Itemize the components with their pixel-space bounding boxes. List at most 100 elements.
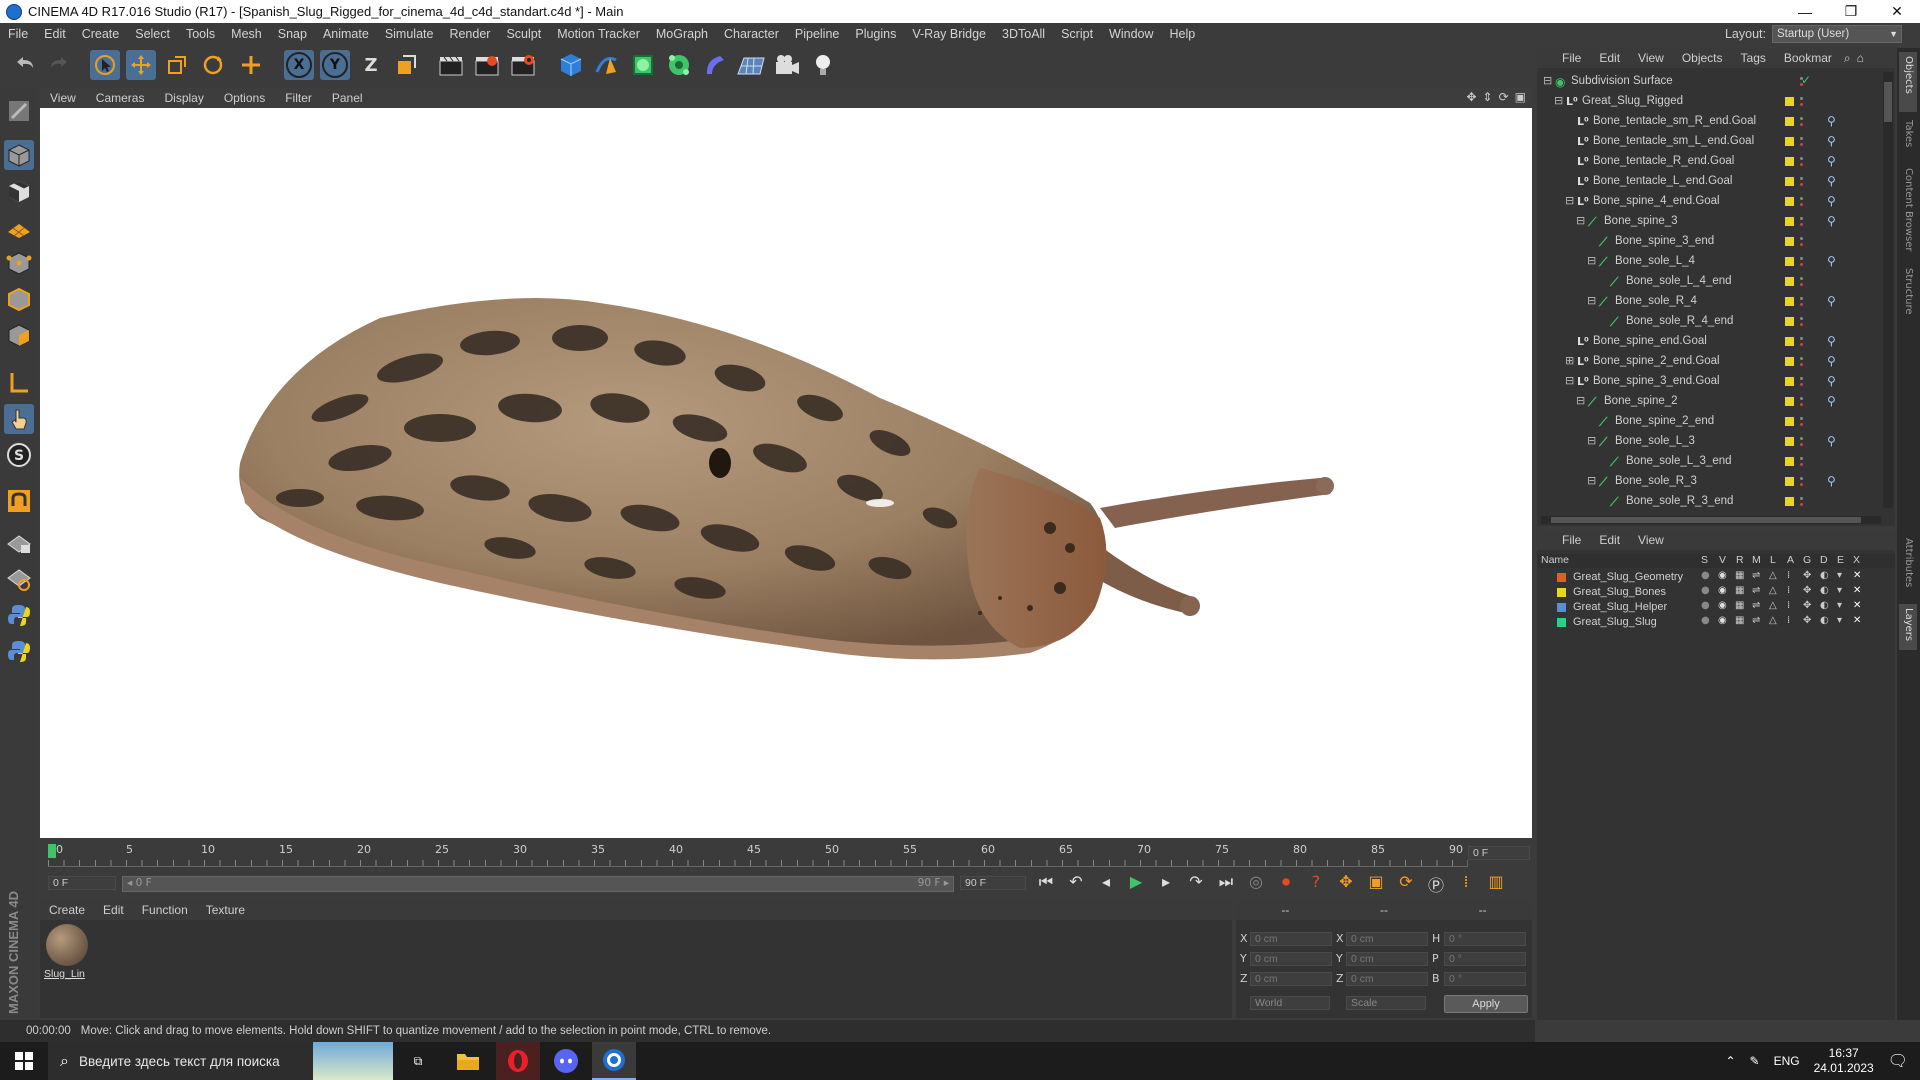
object-row[interactable]: ⊟ L⁰ Great_Slug_Rigged bbox=[1537, 92, 1877, 112]
menu-plugins[interactable]: Plugins bbox=[847, 27, 904, 41]
expand-toggle-icon[interactable]: ⊟ bbox=[1554, 94, 1563, 107]
y-axis-lock-button[interactable]: Y bbox=[320, 50, 350, 80]
ik-tag-icon[interactable]: ⚲ bbox=[1827, 194, 1836, 208]
menu-pipeline[interactable]: Pipeline bbox=[787, 27, 847, 41]
tab-layers[interactable]: Layers bbox=[1899, 604, 1917, 650]
animation-icon[interactable]: ⁞ bbox=[1787, 615, 1790, 626]
object-row[interactable]: ⟋ Bone_spine_2_end bbox=[1537, 412, 1877, 432]
coord-pos-y-field[interactable]: 0 cm bbox=[1250, 952, 1332, 966]
object-row[interactable]: ⊟ ◉ Subdivision Surface ✓ bbox=[1537, 72, 1877, 92]
menu-motion-tracker[interactable]: Motion Tracker bbox=[549, 27, 648, 41]
coord-size-y-field[interactable]: 0 cm bbox=[1346, 952, 1428, 966]
layer-row[interactable]: Great_Slug_Helper ● ◉ ▦ ⇌ △ ⁞ ✥ ◐ ▾ ✕ bbox=[1537, 600, 1895, 615]
layer-color-swatch[interactable] bbox=[1785, 397, 1794, 406]
generator-icon[interactable]: ✥ bbox=[1803, 600, 1811, 611]
editor-visibility-dot[interactable] bbox=[1800, 497, 1803, 500]
viewport-menu-filter[interactable]: Filter bbox=[275, 91, 322, 105]
menu-window[interactable]: Window bbox=[1101, 27, 1161, 41]
object-row[interactable]: L⁰ Bone_tentacle_L_end.Goal ⚲ bbox=[1537, 172, 1877, 192]
task-view-button[interactable]: ⧉ bbox=[400, 1042, 436, 1080]
expand-toggle-icon[interactable]: ⊟ bbox=[1587, 254, 1596, 267]
layer-color-swatch[interactable] bbox=[1785, 357, 1794, 366]
object-row[interactable]: ⊟ ⟋ Bone_spine_3 ⚲ bbox=[1537, 212, 1877, 232]
ik-tag-icon[interactable]: ⚲ bbox=[1827, 254, 1836, 268]
layer-color-swatch[interactable] bbox=[1785, 137, 1794, 146]
layer-color-swatch[interactable] bbox=[1785, 317, 1794, 326]
layer-color-swatch[interactable] bbox=[1785, 277, 1794, 286]
layer-color-swatch[interactable] bbox=[1785, 217, 1794, 226]
coord-rot-p-field[interactable]: 0 ° bbox=[1444, 952, 1526, 966]
editor-visibility-dot[interactable] bbox=[1800, 377, 1803, 380]
key-position-icon[interactable]: ✥ bbox=[1334, 872, 1358, 896]
object-menu-tags[interactable]: Tags bbox=[1732, 51, 1775, 65]
object-tree-hscrollbar[interactable] bbox=[1541, 516, 1881, 524]
tweak-mode-button[interactable] bbox=[4, 404, 34, 434]
deformer-button[interactable] bbox=[700, 50, 730, 80]
key-scale-icon[interactable]: ▣ bbox=[1364, 872, 1388, 896]
xref-icon[interactable]: ✕ bbox=[1853, 585, 1861, 596]
object-row[interactable]: ⊟ L⁰ Bone_spine_4_end.Goal ⚲ bbox=[1537, 192, 1877, 212]
manager-icon[interactable]: ⇌ bbox=[1752, 615, 1760, 626]
menu-3dtoall[interactable]: 3DToAll bbox=[994, 27, 1053, 41]
tab-content-browser[interactable]: Content Browser bbox=[1899, 164, 1917, 260]
taskbar-discord[interactable] bbox=[544, 1042, 588, 1080]
solo-dot-icon[interactable]: ● bbox=[1701, 615, 1710, 626]
viewport-toggle-icon[interactable]: ▣ bbox=[1515, 90, 1526, 104]
workplane-mode-button[interactable] bbox=[4, 212, 34, 242]
layer-color-swatch[interactable] bbox=[1785, 497, 1794, 506]
render-visibility-dot[interactable] bbox=[1800, 103, 1803, 106]
coord-pos-z-field[interactable]: 0 cm bbox=[1250, 972, 1332, 986]
animation-icon[interactable]: ⁞ bbox=[1787, 570, 1790, 581]
animation-icon[interactable]: ⁞ bbox=[1787, 600, 1790, 611]
render-visibility-dot[interactable] bbox=[1800, 283, 1803, 286]
object-row[interactable]: L⁰ Bone_spine_end.Goal ⚲ bbox=[1537, 332, 1877, 352]
object-row[interactable]: ⟋ Bone_sole_R_4_end bbox=[1537, 312, 1877, 332]
layer-row[interactable]: Great_Slug_Bones ● ◉ ▦ ⇌ △ ⁞ ✥ ◐ ▾ ✕ bbox=[1537, 585, 1895, 600]
workplane-lock-button[interactable] bbox=[4, 528, 34, 558]
view-eye-icon[interactable]: ◉ bbox=[1718, 585, 1727, 596]
layer-color-swatch[interactable] bbox=[1785, 117, 1794, 126]
expand-toggle-icon[interactable]: ⊟ bbox=[1565, 374, 1574, 387]
xref-icon[interactable]: ✕ bbox=[1853, 615, 1861, 626]
object-row[interactable]: ⟋ Bone_sole_R_3_end bbox=[1537, 492, 1877, 508]
camera-button[interactable] bbox=[772, 50, 802, 80]
record-active-icon[interactable]: ◎ bbox=[1244, 872, 1268, 896]
tray-clock[interactable]: 16:37 24.01.2023 bbox=[1814, 1046, 1874, 1076]
render-visibility-dot[interactable] bbox=[1800, 323, 1803, 326]
points-mode-button[interactable] bbox=[4, 248, 34, 278]
editor-visibility-dot[interactable] bbox=[1800, 77, 1803, 80]
taskbar-cinema4d[interactable] bbox=[592, 1042, 636, 1080]
render-view-button[interactable] bbox=[436, 50, 466, 80]
object-row[interactable]: ⊟ ⟋ Bone_sole_L_3 ⚲ bbox=[1537, 432, 1877, 452]
object-menu-edit[interactable]: Edit bbox=[1590, 51, 1629, 65]
menu-render[interactable]: Render bbox=[441, 27, 498, 41]
deformer-icon[interactable]: ◐ bbox=[1820, 615, 1829, 626]
layout-dropdown[interactable]: Startup (User) ▼ bbox=[1772, 25, 1902, 43]
make-editable-button[interactable] bbox=[4, 96, 34, 126]
start-button[interactable] bbox=[0, 1042, 48, 1080]
object-menu-view[interactable]: View bbox=[1629, 51, 1673, 65]
menu-vray-bridge[interactable]: V-Ray Bridge bbox=[904, 27, 994, 41]
menu-mesh[interactable]: Mesh bbox=[223, 27, 270, 41]
editor-visibility-dot[interactable] bbox=[1800, 417, 1803, 420]
editor-visibility-dot[interactable] bbox=[1800, 337, 1803, 340]
ik-tag-icon[interactable]: ⚲ bbox=[1827, 214, 1836, 228]
end-frame-field[interactable]: 90 F bbox=[960, 876, 1026, 890]
object-row[interactable]: L⁰ Bone_tentacle_R_end.Goal ⚲ bbox=[1537, 152, 1877, 172]
render-visibility-dot[interactable] bbox=[1800, 503, 1803, 506]
tab-objects[interactable]: Objects bbox=[1899, 52, 1917, 112]
object-tree-scrollbar[interactable] bbox=[1883, 72, 1893, 508]
solo-dot-icon[interactable]: ● bbox=[1701, 585, 1710, 596]
grid-snap-button[interactable] bbox=[4, 564, 34, 594]
layer-color-swatch[interactable] bbox=[1785, 417, 1794, 426]
deformer-icon[interactable]: ◐ bbox=[1820, 570, 1829, 581]
ik-tag-icon[interactable]: ⚲ bbox=[1827, 354, 1836, 368]
coord-mode-dropdown[interactable]: World bbox=[1250, 996, 1330, 1010]
layer-color-swatch[interactable] bbox=[1785, 457, 1794, 466]
object-row[interactable]: L⁰ Bone_tentacle_sm_R_end.Goal ⚲ bbox=[1537, 112, 1877, 132]
material-slug[interactable]: Slug_Lin bbox=[44, 924, 90, 984]
prev-keyframe-icon[interactable]: ↶ bbox=[1064, 872, 1088, 896]
layer-color-swatch[interactable] bbox=[1785, 97, 1794, 106]
object-menu-bookmarks[interactable]: Bookmar bbox=[1775, 51, 1841, 65]
render-visibility-dot[interactable] bbox=[1800, 423, 1803, 426]
